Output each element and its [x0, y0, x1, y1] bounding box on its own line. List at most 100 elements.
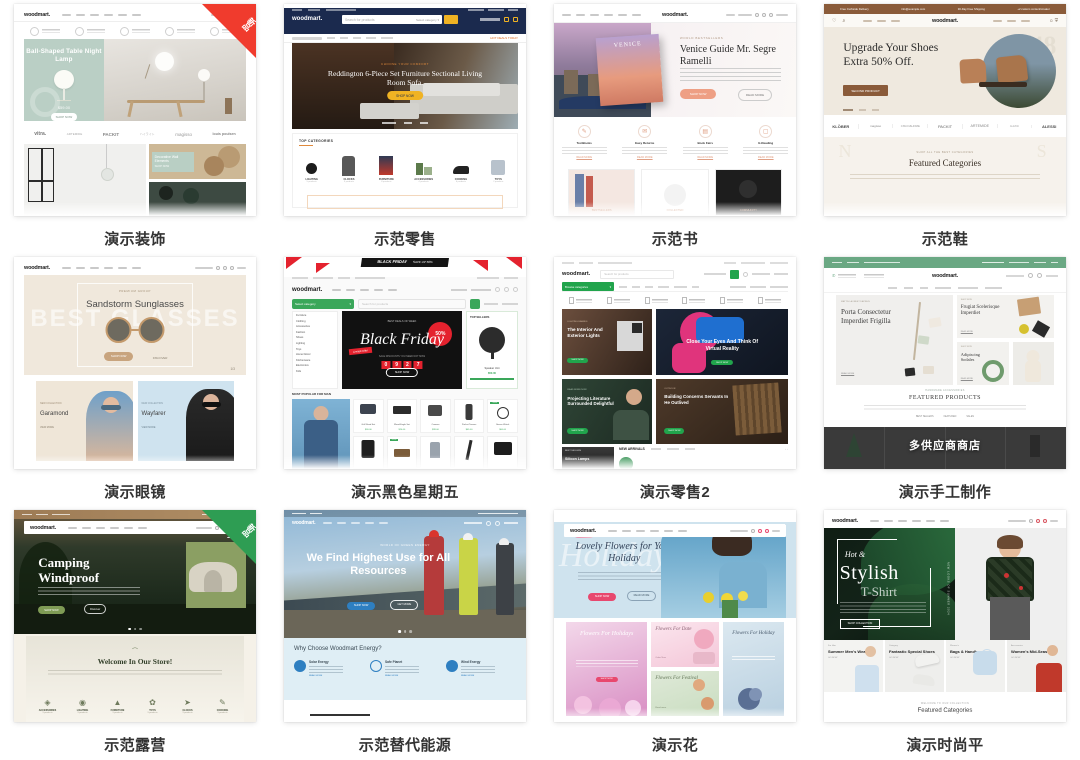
banner-link[interactable]: READ MORE	[841, 373, 854, 375]
section-eyebrow: HANDMADE ACCESSORIES	[925, 389, 965, 392]
demo-title: 示范鞋	[921, 231, 969, 248]
feature-link[interactable]: READ MORE	[385, 675, 419, 677]
banner-button[interactable]: SHOP NOW	[567, 357, 588, 363]
card-link[interactable]: GO NOW	[828, 657, 879, 659]
demo-thumbnail-retail-2[interactable]: woodmart. Search for products Browse cat…	[554, 257, 796, 469]
demo-thumbnail-fashion-flat[interactable]: woodmart. Hot & Stylish T-Shirt SHOP COL…	[824, 510, 1066, 722]
demo-thumbnail-flowers[interactable]: Holiday Lovely Flowers for Your Holiday …	[554, 510, 796, 722]
demo-thumbnail-decor[interactable]: woodmart. Ball-Shaped Table Night Lamp $…	[14, 4, 256, 216]
hero-primary-button[interactable]: SHOP NOW	[103, 351, 134, 361]
hero-button[interactable]: SECOND PRODUCT	[843, 85, 888, 97]
feature-link[interactable]: READ MORE	[739, 156, 792, 159]
hero-primary-button[interactable]: SHOP NOW	[679, 88, 717, 99]
hero-button[interactable]: SHOP NOW	[387, 91, 423, 101]
card-button[interactable]: SHOP NOW	[595, 676, 618, 683]
demo-thumbnail-black-friday[interactable]: BLACK FRIDAY SAVE UP 50% woodmart. Selec…	[284, 257, 526, 469]
banner-eyebrow: SHOP NOW	[960, 299, 972, 301]
demo-thumbnail-glasses[interactable]: woodmart. BEST GLASSES PREMIUM GROUP San…	[14, 257, 256, 469]
product-name: Stereo Watch	[496, 423, 510, 426]
demo-card-shoes[interactable]: Free Curbside Delivery info@example.com …	[810, 0, 1080, 253]
hero-primary-button[interactable]: SHOP NOW	[38, 606, 65, 615]
card-title: Flowers For Holiday	[732, 631, 775, 637]
feature-link[interactable]: READ MORE	[461, 675, 495, 677]
browse-categories-button[interactable]: Browse categories ▾	[562, 282, 614, 291]
banner-title: Frugiat Scelerisque Imperdiet	[960, 305, 1000, 316]
demo-thumbnail-retail[interactable]: woodmart. Search for products Select cat…	[284, 4, 526, 216]
demo-card-retail[interactable]: woodmart. Search for products Select cat…	[270, 0, 540, 253]
demo-card-book[interactable]: woodmart. VENICE WORLD BESTSELLERS Venic…	[540, 0, 810, 253]
banner-button[interactable]: SHOP NOW	[664, 428, 685, 434]
hero-secondary-button[interactable]: Discover	[84, 604, 107, 615]
search-input[interactable]: Search for products	[600, 269, 675, 279]
demo-card-decor[interactable]: woodmart. Ball-Shaped Table Night Lamp $…	[0, 0, 270, 253]
search-button[interactable]	[444, 15, 458, 24]
hero-eyebrow: WORLD BESTSELLERS	[679, 36, 724, 41]
site-logo: woodmart.	[292, 286, 323, 293]
demo-thumbnail-camping[interactable]: woodmart. Camping Windproof SHOP NOW Dis…	[14, 510, 256, 722]
demo-thumbnail-book[interactable]: woodmart. VENICE WORLD BESTSELLERS Venic…	[554, 4, 796, 216]
feature-link[interactable]: READ MORE	[309, 675, 343, 677]
feature-link[interactable]: READ MORE	[679, 156, 732, 159]
hero-button[interactable]: SHOP NOW	[385, 367, 419, 377]
hero-primary-button[interactable]: SHOP NOW	[346, 602, 376, 610]
tab-label[interactable]: FEATURED	[944, 415, 957, 418]
search-input[interactable]: Search for products	[345, 18, 375, 22]
tab-label[interactable]: BEST SELLERS	[916, 415, 934, 418]
brand-logo: PACKIT	[102, 131, 120, 137]
hero-secondary-button[interactable]: READ MORE	[626, 590, 657, 601]
product-name: Gift Wood Set	[361, 423, 376, 426]
hero-title: Black Friday	[360, 331, 444, 349]
site-logo: woodmart.	[24, 11, 51, 18]
banner-eyebrow: SHOP NOW	[960, 346, 972, 348]
hero-title: Reddington 6-Piece Set Furniture Section…	[327, 68, 483, 88]
demo-card-glasses[interactable]: woodmart. BEST GLASSES PREMIUM GROUP San…	[0, 253, 270, 506]
banner-link[interactable]: READ MORE	[961, 378, 973, 380]
topbar-item: info@example.com	[901, 7, 926, 11]
hero-secondary-button[interactable]: GET MORE	[390, 600, 419, 610]
banner-link[interactable]: READ MORE	[961, 331, 973, 333]
hero-button[interactable]: SHOP COLLECTION	[839, 618, 881, 629]
category-sidebar[interactable]: Furniture Clothing Accessories Fashion S…	[292, 311, 338, 389]
site-logo: woodmart.	[661, 12, 689, 18]
slider-index: 1/3	[230, 367, 235, 371]
preview-retail: woodmart. Search for products Select cat…	[284, 4, 526, 216]
hero-button[interactable]: SHOP NOW	[50, 113, 78, 122]
category-select[interactable]: Select category ▾	[292, 298, 354, 309]
demo-card-camping[interactable]: woodmart. Camping Windproof SHOP NOW Dis…	[0, 506, 270, 759]
demo-card-handmade[interactable]: ✆ woodmart. MATTIS LAOREET DAPIBUS Porta…	[810, 253, 1080, 506]
product-name: Speaker Unit	[484, 367, 500, 370]
demo-card-flowers[interactable]: Holiday Lovely Flowers for Your Holiday …	[540, 506, 810, 759]
card-link[interactable]: GO NOW	[1011, 657, 1062, 659]
search-button[interactable]	[730, 269, 739, 279]
card-link[interactable]: VIEW MORE	[142, 426, 156, 429]
feature-title: Easy Returns	[635, 141, 655, 145]
demo-card-black-friday[interactable]: BLACK FRIDAY SAVE UP 50% woodmart. Selec…	[270, 253, 540, 506]
search-button[interactable]	[470, 298, 480, 309]
tab-label[interactable]: SALES	[966, 415, 974, 418]
brand-logo: vitra.	[34, 131, 47, 137]
feature-link[interactable]: READ MORE	[558, 156, 611, 159]
banner-title: Building Concerns Servants In He Outlive…	[664, 394, 729, 405]
demo-title: 示范替代能源	[358, 737, 452, 754]
card-eyebrow: NEW COLLECTION	[40, 401, 62, 405]
brand-logo: ALESSI	[998, 124, 1033, 128]
hero-secondary-button[interactable]: DISCOVER	[153, 356, 168, 360]
demo-thumbnail-alt-energy[interactable]: woodmart. WORLD OF GREEN ENERGY We Find …	[284, 510, 526, 722]
hero-side-text: NEW LOOKS OF SUMMER 2024	[946, 561, 950, 615]
card-link[interactable]: VIEW MORE	[40, 426, 54, 429]
brand-logo: louis poulsen	[212, 132, 236, 136]
demo-thumbnail-shoes[interactable]: Free Curbside Delivery info@example.com …	[824, 4, 1066, 216]
demo-card-alt-energy[interactable]: woodmart. WORLD OF GREEN ENERGY We Find …	[270, 506, 540, 759]
banner-button[interactable]: SHOP NOW	[711, 360, 734, 366]
hero-primary-button[interactable]: SHOP NOW	[587, 592, 617, 601]
new-badge-ribbon: 新品	[202, 510, 256, 564]
search-input[interactable]: Search for products	[358, 298, 466, 309]
demo-card-fashion-flat[interactable]: woodmart. Hot & Stylish T-Shirt SHOP COL…	[810, 506, 1080, 759]
banner-button[interactable]: SHOP NOW	[567, 428, 588, 434]
site-logo: woodmart.	[562, 271, 591, 277]
hero-secondary-button[interactable]: READ MORE	[737, 88, 773, 101]
demo-card-retail-2[interactable]: woodmart. Search for products Browse cat…	[540, 253, 810, 506]
preview-glasses: woodmart. BEST GLASSES PREMIUM GROUP San…	[14, 257, 256, 469]
feature-link[interactable]: READ MORE	[618, 156, 671, 159]
demo-thumbnail-handmade[interactable]: ✆ woodmart. MATTIS LAOREET DAPIBUS Porta…	[824, 257, 1066, 469]
